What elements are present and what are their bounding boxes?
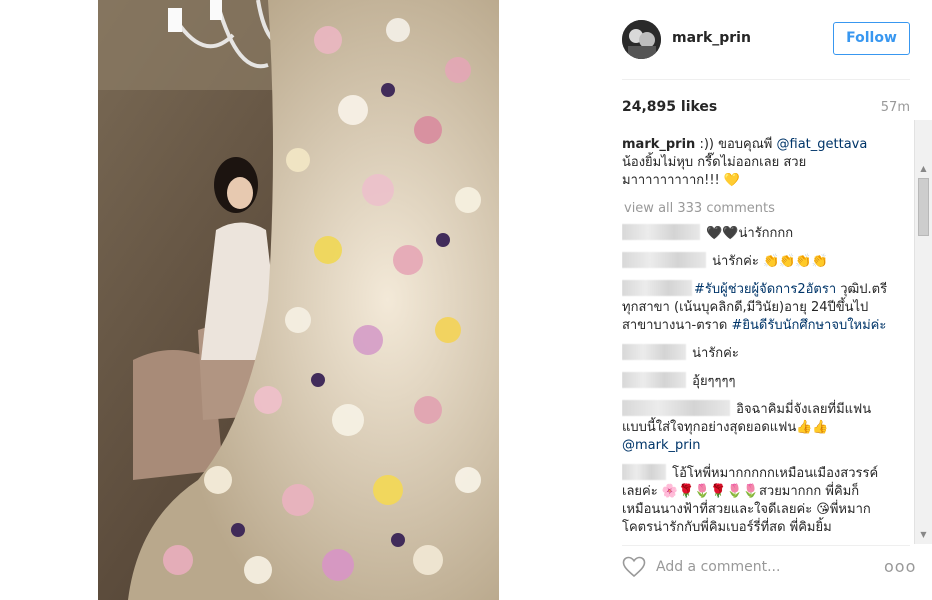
like-button[interactable]	[622, 556, 646, 578]
blurred-username	[622, 372, 686, 388]
post-header: mark_prin Follow	[622, 20, 910, 60]
post-caption: mark_prin :)) ขอบคุณพี่ @fiat_gettava น้…	[622, 136, 894, 190]
comment-item: อิจฉาคิมมี่จังเลยที่มีแฟนแบบนี้ใส่ใจทุกอ…	[622, 400, 894, 455]
divider	[622, 79, 910, 80]
post-details-panel: mark_prin Follow 24,895 likes 57m mark_p…	[600, 0, 932, 600]
comment-text: น่ารักค่ะ	[688, 346, 739, 361]
scroll-up-arrow-icon[interactable]: ▲	[915, 162, 932, 176]
comments-scrollbar[interactable]: ▲ ▼	[914, 120, 932, 544]
blurred-username	[622, 252, 706, 268]
caption-username[interactable]: mark_prin	[622, 137, 695, 152]
comment-hashtag[interactable]: #ยินดีรับนักศึกษาจบใหม่ค่ะ	[732, 318, 887, 333]
comment-item: น่ารักค่ะ 👏👏👏👏	[622, 252, 894, 271]
add-comment-input[interactable]	[656, 556, 876, 578]
comment-mention[interactable]: @mark_prin	[622, 438, 700, 453]
likes-count[interactable]: 24,895 likes	[622, 99, 717, 115]
blurred-username	[622, 344, 686, 360]
blurred-username	[622, 464, 666, 480]
comment-item: 🖤🖤น่ารักกกก	[622, 224, 894, 243]
post-username[interactable]: mark_prin	[672, 30, 751, 46]
comment-item: #รับผู้ช่วยผู้จัดการ2อัตรา วุฒิป.ตรีทุกส…	[622, 280, 894, 335]
caption-mention[interactable]: @fiat_gettava	[777, 137, 868, 152]
comments-list: mark_prin :)) ขอบคุณพี่ @fiat_gettava น้…	[622, 136, 894, 531]
comment-item: น่ารักค่ะ	[622, 344, 894, 363]
comment-text: น่ารักค่ะ 👏👏👏👏	[708, 254, 828, 269]
left-gutter	[0, 0, 98, 600]
follow-button[interactable]: Follow	[833, 22, 910, 55]
caption-text: :)) ขอบคุณพี่	[695, 137, 777, 152]
scrollbar-thumb[interactable]	[918, 178, 929, 236]
comment-item: โอ้โหพี่หมากกกกกเหมือนเมืองสวรรค์เลยค่ะ …	[622, 464, 894, 531]
scroll-down-arrow-icon[interactable]: ▼	[915, 528, 932, 542]
comment-hashtag[interactable]: #รับผู้ช่วยผู้จัดการ2อัตรา	[694, 282, 836, 297]
view-all-comments-link[interactable]: view all 333 comments	[624, 200, 894, 218]
post-time: 57m	[880, 100, 910, 115]
post-photo[interactable]	[98, 0, 499, 600]
comment-text: อุ้ยๆๆๆๆ	[688, 374, 736, 389]
caption-emoji: 💛	[723, 173, 741, 188]
avatar[interactable]	[622, 20, 661, 59]
blurred-username	[622, 224, 700, 240]
comment-item: อุ้ยๆๆๆๆ	[622, 372, 894, 391]
blurred-username	[622, 400, 730, 416]
caption-text-2: น้องยิ้มไม่หุบ กรี๊ดไม่ออกเลย สวย มาาาาา…	[622, 155, 807, 188]
heart-outline-icon	[622, 556, 646, 578]
divider	[622, 545, 910, 546]
more-dots-icon[interactable]: ooo	[884, 557, 916, 576]
comment-text: 🖤🖤น่ารักกกก	[702, 226, 794, 241]
avatar-image	[622, 20, 661, 59]
blurred-username	[622, 280, 692, 296]
post-photo-image	[98, 0, 499, 600]
